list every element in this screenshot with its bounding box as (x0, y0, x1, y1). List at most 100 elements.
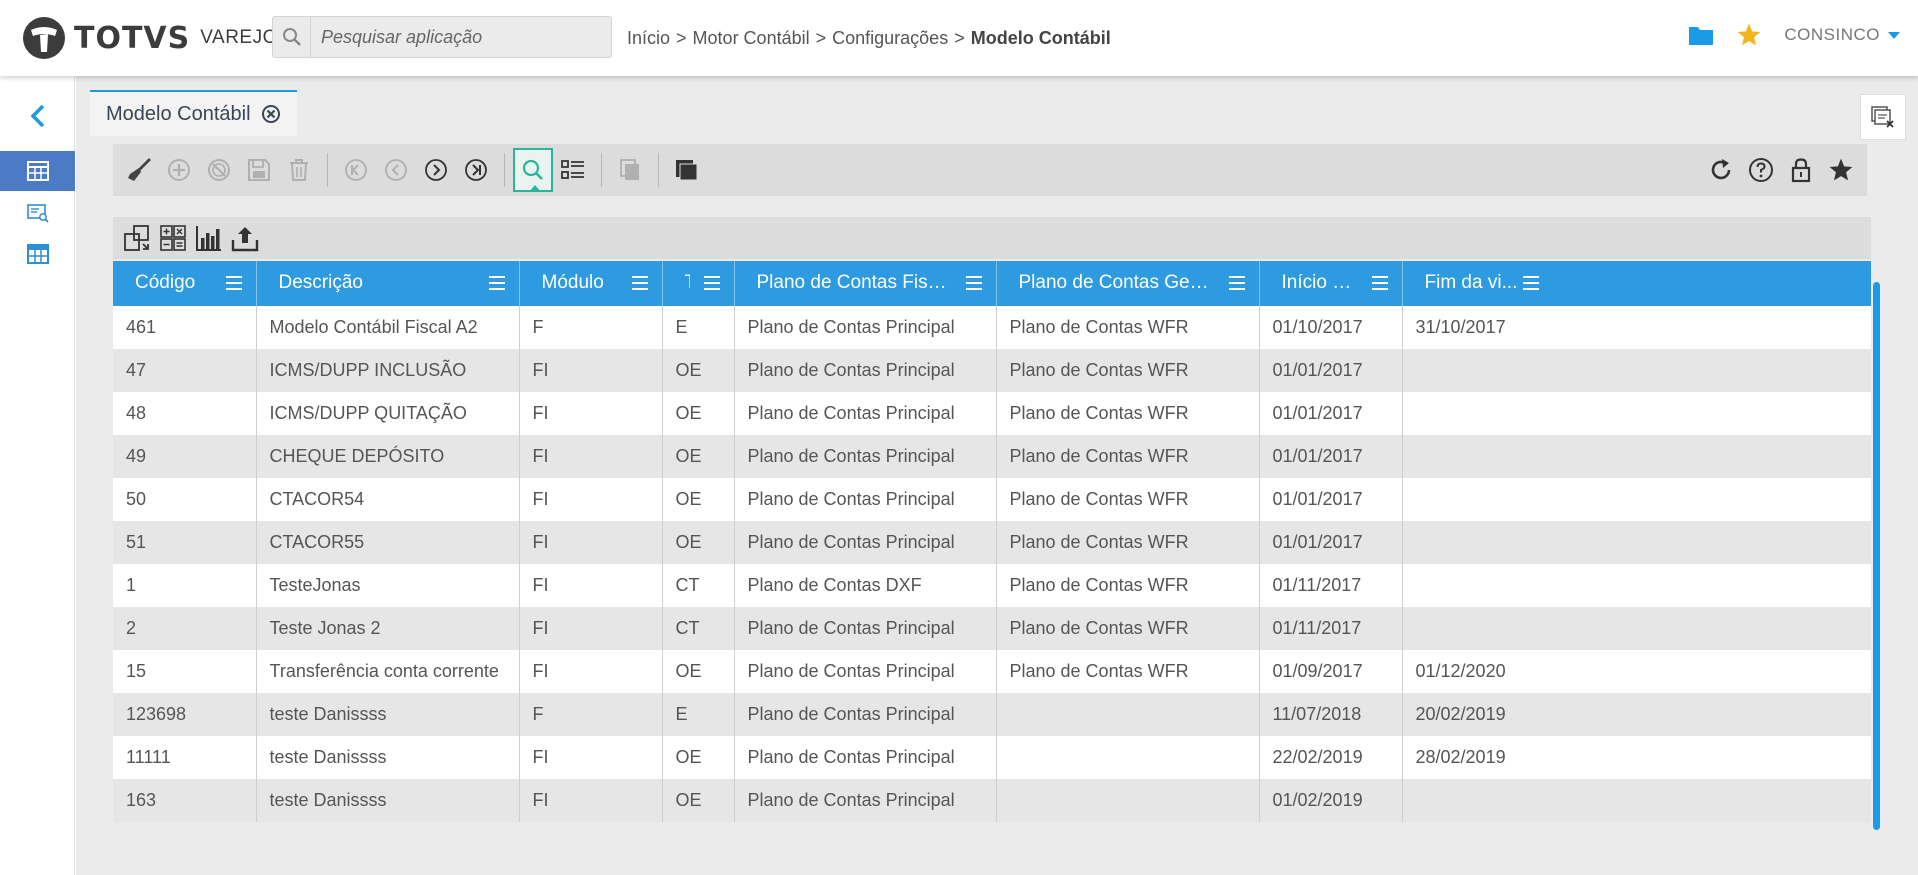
save-button[interactable] (239, 148, 279, 192)
layers-icon (676, 160, 698, 181)
favorite-button[interactable] (1821, 148, 1861, 192)
clear-button[interactable] (119, 148, 159, 192)
table-cell: 1 (113, 564, 257, 607)
folder-icon[interactable] (1688, 24, 1714, 46)
hamburger-menu-icon[interactable] (488, 276, 505, 290)
add-button[interactable] (159, 148, 199, 192)
table-cell: CTACOR54 (256, 478, 520, 521)
cancel-button[interactable] (199, 148, 239, 192)
table-cell: Plano de Contas WFR (996, 306, 1260, 349)
logo-text: TOTVS (74, 20, 191, 56)
table-cell: Plano de Contas Principal (734, 693, 997, 736)
table-cell: OE (662, 650, 735, 693)
refresh-button[interactable] (1701, 148, 1741, 192)
table-cell: OE (662, 736, 735, 779)
column-header-fim-vigencia[interactable]: Fim da vi... (1402, 261, 1871, 306)
table-cell: Plano de Contas Principal (734, 306, 997, 349)
totvs-logo-mark-icon (23, 17, 65, 59)
user-menu[interactable]: CONSINCO (1784, 25, 1880, 45)
star-icon[interactable] (1736, 22, 1762, 48)
sidebar-item-calendar[interactable] (0, 151, 75, 191)
close-all-tabs-button[interactable] (1860, 94, 1906, 140)
search-icon[interactable] (273, 17, 311, 57)
column-header-descricao[interactable]: Descrição (256, 261, 520, 306)
table-cell (1402, 392, 1871, 435)
breadcrumb-item[interactable]: Configurações (832, 28, 948, 48)
table-row[interactable]: 2 Teste Jonas 2 FI CT Plano de Contas Princi… (113, 607, 1871, 650)
table-cell: Transferência conta corrente (256, 650, 520, 693)
table-row[interactable]: 461 Modelo Contábil Fiscal A2 F E Plano de C… (113, 306, 1871, 349)
totvs-logo[interactable]: TOTVS VAREJO (22, 16, 278, 60)
close-icon[interactable] (261, 104, 281, 124)
top-right-actions: CONSINCO (1688, 22, 1900, 48)
table-cell: 01/01/2017 (1259, 478, 1403, 521)
table-row[interactable]: 47 ICMS/DUPP INCLUSÃO FI OE Plano de Contas … (113, 349, 1871, 392)
hamburger-menu-icon[interactable] (1371, 276, 1388, 290)
bar-chart-icon (196, 226, 221, 251)
table-row[interactable]: 1 TesteJonas FI CT Plano de Contas DXF Plano … (113, 564, 1871, 607)
breadcrumb-item[interactable]: Início (627, 28, 670, 48)
help-button[interactable] (1741, 148, 1781, 192)
table-cell: 51 (113, 521, 257, 564)
table-cell: 50 (113, 478, 257, 521)
column-header-plano-gerencial[interactable]: Plano de Contas Gerencial (996, 261, 1260, 306)
column-header-plano-fiscal[interactable]: Plano de Contas Fiscal (734, 261, 997, 306)
table-cell: 01/10/2017 (1259, 306, 1403, 349)
table-row[interactable]: 163 teste Danissss FI OE Plano de Contas Pri… (113, 779, 1871, 822)
sidebar-item-table[interactable] (0, 234, 75, 274)
sidebar-collapse-button[interactable] (0, 96, 75, 136)
table-row[interactable]: 48 ICMS/DUPP QUITAÇÃO FI OE Plano de Contas … (113, 392, 1871, 435)
chevron-down-icon[interactable] (1888, 31, 1900, 39)
table-cell: Plano de Contas Principal (734, 478, 997, 521)
sidebar-item-monitor[interactable] (0, 194, 75, 234)
table-row[interactable]: 50 CTACOR54 FI OE Plano de Contas Principal P… (113, 478, 1871, 521)
table-cell: Plano de Contas WFR (996, 607, 1260, 650)
toolbar-divider (504, 153, 505, 187)
table-row[interactable]: 51 CTACOR55 FI OE Plano de Contas Principal P… (113, 521, 1871, 564)
column-header-modulo[interactable]: Módulo (519, 261, 663, 306)
list-view-icon (561, 160, 584, 179)
table-cell: Plano de Contas Principal (734, 521, 997, 564)
vertical-scrollbar[interactable] (1873, 282, 1880, 830)
hamburger-menu-icon[interactable] (1523, 276, 1539, 290)
column-header-tipo[interactable]: T... (662, 261, 735, 306)
table-cell: 47 (113, 349, 257, 392)
delete-button[interactable] (279, 148, 319, 192)
calculator-button[interactable] (155, 220, 191, 256)
next-record-button[interactable] (416, 148, 456, 192)
lock-button[interactable] (1781, 148, 1821, 192)
table-row[interactable]: 49 CHEQUE DEPÓSITO FI OE Plano de Contas Pri… (113, 435, 1871, 478)
breadcrumb-item[interactable]: Motor Contábil (693, 28, 810, 48)
search-input[interactable] (311, 26, 601, 48)
breadcrumb-current: Modelo Contábil (970, 28, 1111, 48)
table-row[interactable]: 123698 teste Danissss F E Plano de Contas Pr… (113, 693, 1871, 736)
export-grid-button[interactable] (119, 220, 155, 256)
help-icon (1749, 158, 1773, 182)
table-cell (996, 736, 1260, 779)
column-header-codigo[interactable]: Código (113, 261, 257, 306)
table-cell: F (519, 306, 663, 349)
upload-button[interactable] (227, 220, 263, 256)
previous-record-button[interactable] (376, 148, 416, 192)
tab-modelo-contabil[interactable]: Modelo Contábil (90, 90, 297, 136)
table-row[interactable]: 11111 teste Danissss FI OE Plano de Contas P… (113, 736, 1871, 779)
table-cell (1402, 564, 1871, 607)
first-record-button[interactable] (336, 148, 376, 192)
table-row[interactable]: 15 Transferência conta corrente FI OE Plano … (113, 650, 1871, 693)
column-label: Plano de Contas Fiscal (756, 272, 952, 294)
search-button[interactable] (513, 148, 553, 192)
hamburger-menu-icon[interactable] (703, 276, 720, 290)
layers-button[interactable] (667, 148, 707, 192)
column-label: Descrição (278, 272, 363, 294)
hamburger-menu-icon[interactable] (1228, 276, 1245, 290)
column-header-inicio-vigencia[interactable]: Início da ... (1259, 261, 1403, 306)
table-cell (1402, 435, 1871, 478)
last-record-button[interactable] (456, 148, 496, 192)
copy-button[interactable] (610, 148, 650, 192)
hamburger-menu-icon[interactable] (965, 276, 982, 290)
chart-button[interactable] (191, 220, 227, 256)
hamburger-menu-icon[interactable] (225, 276, 242, 290)
list-view-button[interactable] (553, 148, 593, 192)
hamburger-menu-icon[interactable] (631, 276, 648, 290)
breadcrumb-separator: > (676, 28, 687, 48)
